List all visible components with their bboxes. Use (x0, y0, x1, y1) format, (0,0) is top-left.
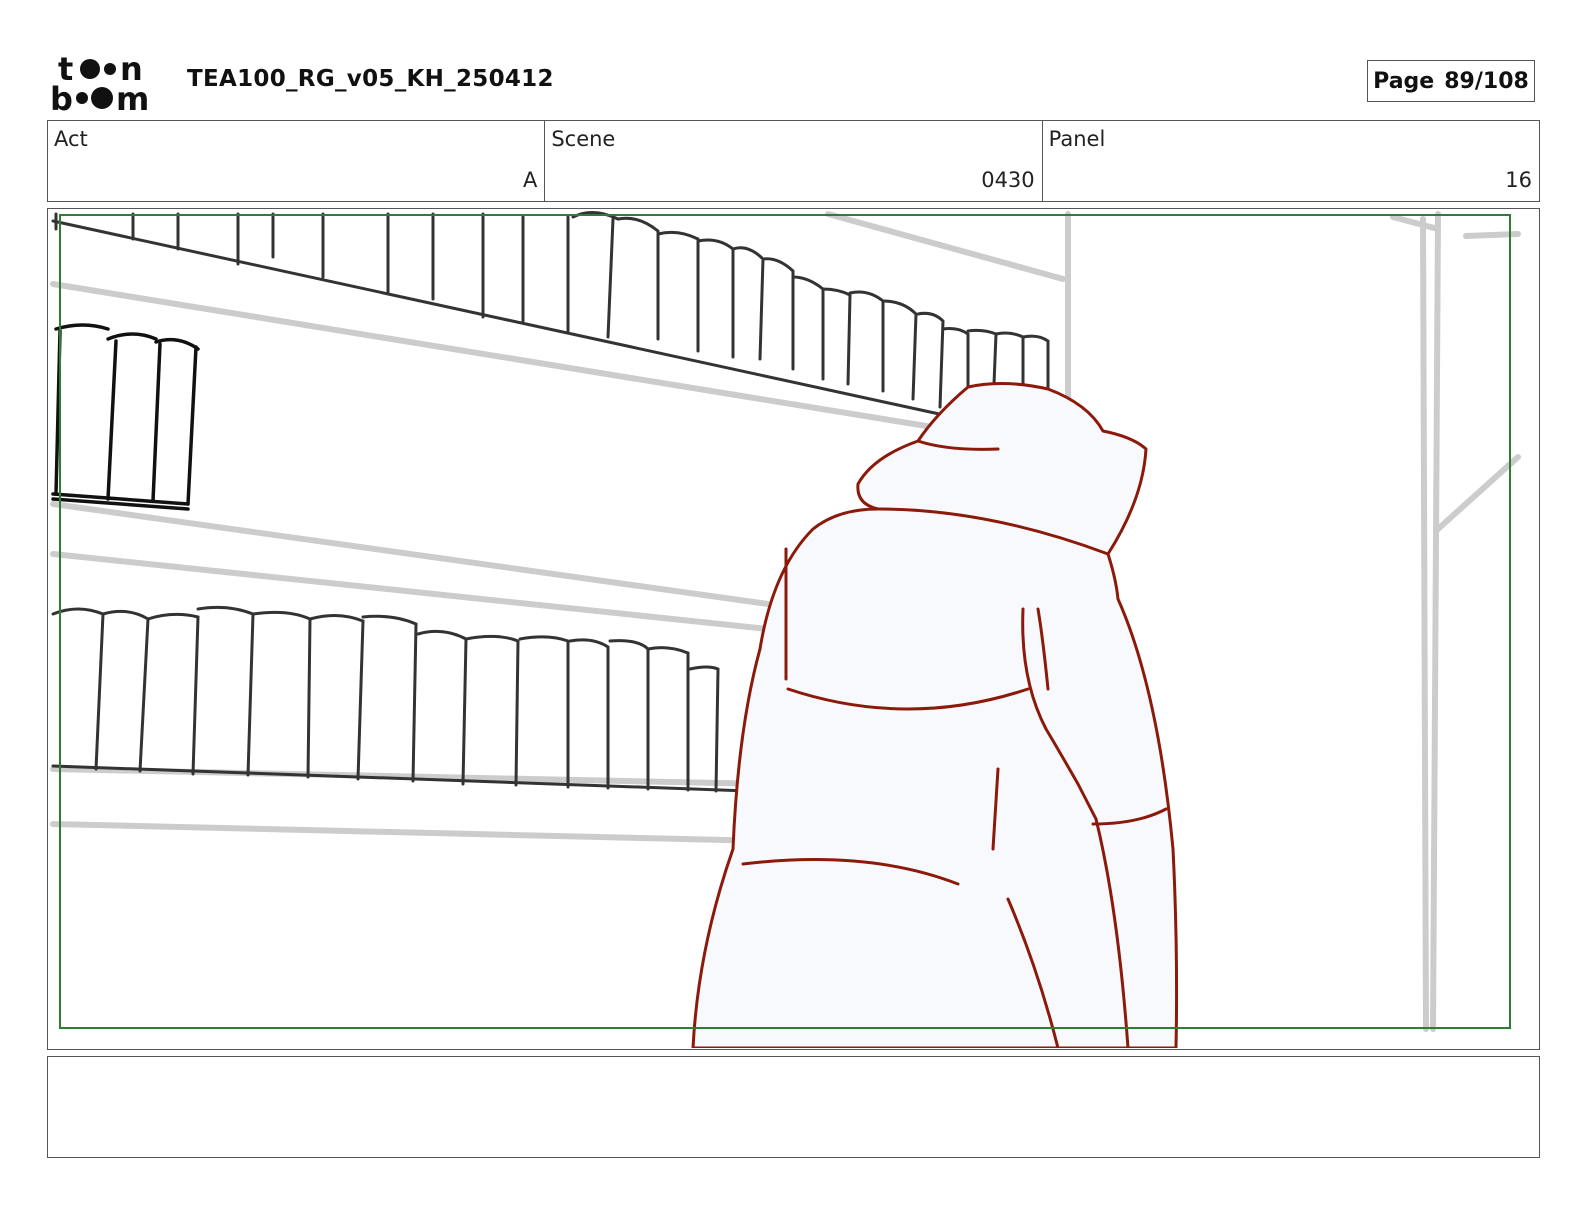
top-shelf-books (51, 211, 1050, 419)
act-cell: Act A (48, 121, 546, 201)
page-indicator: Page 89/108 (1367, 60, 1535, 102)
toon-boom-logo: t n b m (50, 50, 165, 118)
page-label: Page (1373, 68, 1435, 94)
page-number: 89/108 (1444, 68, 1529, 94)
character-figure (691, 381, 1179, 1048)
act-label: Act (54, 127, 88, 151)
scene-label: Scene (551, 127, 616, 151)
act-value: A (522, 168, 538, 192)
scene-value: 0430 (981, 168, 1035, 192)
left-book-group (51, 323, 200, 511)
scene-cell: Scene 0430 (545, 121, 1043, 201)
panel-notes-box (47, 1056, 1540, 1158)
panel-value: 16 (1505, 168, 1532, 192)
panel-sketch (50, 211, 1521, 1048)
document-title: TEA100_RG_v05_KH_250412 (187, 66, 554, 92)
panel-cell: Panel 16 (1043, 121, 1539, 201)
panel-label: Panel (1048, 127, 1106, 151)
svg-text:m: m (116, 80, 149, 112)
svg-text:b: b (50, 80, 73, 112)
storyboard-panel (47, 208, 1540, 1050)
info-row: Act A Scene 0430 Panel 16 (47, 120, 1540, 202)
